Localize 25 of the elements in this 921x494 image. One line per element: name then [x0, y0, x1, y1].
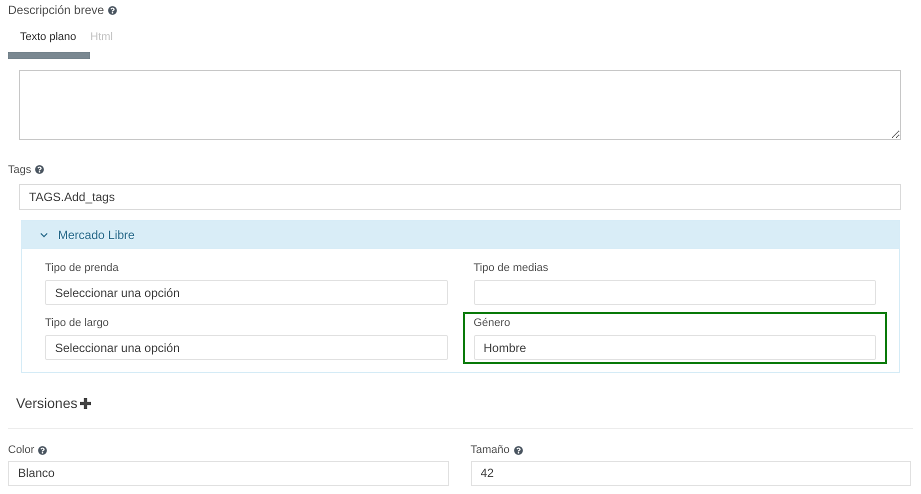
input-field[interactable]: Hombre: [474, 335, 876, 360]
field-label: Género: [474, 316, 512, 330]
input-field[interactable]: Seleccionar una opción: [45, 335, 448, 360]
help-icon: [35, 165, 44, 174]
chevron-icon: [40, 231, 48, 239]
field-label: Color: [8, 443, 34, 458]
input-field[interactable]: Blanco: [8, 460, 448, 486]
accordion-header[interactable]: Mercado Libre: [22, 221, 899, 249]
input-field[interactable]: 42: [470, 460, 911, 486]
field-label: Tags: [8, 162, 32, 178]
field-label: Descripción breve: [8, 2, 104, 19]
field-label: Tipo de prenda: [45, 261, 120, 275]
help-icon: [514, 446, 523, 455]
field-label: Tipo de medias: [474, 261, 550, 275]
tab[interactable]: Texto plano: [8, 29, 90, 58]
plus-icon[interactable]: [80, 398, 92, 409]
help-icon: [108, 6, 118, 14]
tags-input[interactable]: TAGS.Add_tags: [19, 184, 901, 210]
input-field[interactable]: [474, 280, 876, 305]
input-field[interactable]: Seleccionar una opción: [45, 280, 448, 305]
field-label: Tamaño: [470, 443, 510, 458]
section-title: Versiones: [16, 394, 78, 413]
description-textarea[interactable]: [19, 70, 901, 140]
help-icon: [38, 446, 48, 455]
field-label: Tipo de largo: [45, 316, 110, 330]
